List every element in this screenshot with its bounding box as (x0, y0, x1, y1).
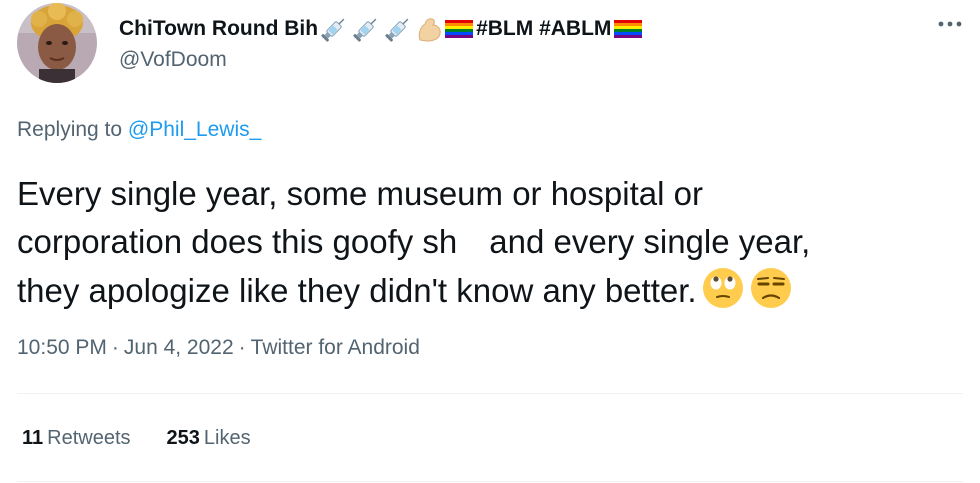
tweet-source-link[interactable]: Twitter for Android (251, 336, 420, 359)
retweets-stat[interactable]: 11 Retweets (22, 427, 131, 450)
likes-label: Likes (203, 427, 251, 449)
tweet-line: they apologize like they didn't know any… (17, 266, 957, 314)
meta-separator: · (238, 336, 246, 359)
syringe-icon (318, 14, 350, 44)
tweet-text-fragment: and every single year, (489, 223, 811, 260)
tweet-text-fragment: they apologize like they didn't know any… (17, 272, 697, 309)
tweet-line: corporation does this goofy sh and every … (17, 218, 957, 266)
tweet-stats: 11 Retweets 253 Likes (22, 427, 287, 450)
tweet-text: Every single year, some museum or hospit… (17, 170, 957, 314)
rainbow-flag-icon (613, 17, 643, 41)
rainbow-flag-icon (444, 17, 474, 41)
flexed-biceps-icon (414, 14, 444, 44)
retweets-count: 11 (22, 427, 44, 449)
replying-to-label: Replying to (17, 118, 128, 141)
profile-hashtags: #BLM #ABLM (476, 17, 612, 40)
display-name[interactable]: ChiTown Round Bih (119, 17, 318, 41)
more-options-icon[interactable] (934, 14, 966, 34)
author-handle[interactable]: @VofDoom (119, 48, 227, 72)
tweet-meta: 10:50 PM · Jun 4, 2022 · Twitter for Android (17, 336, 420, 360)
divider (17, 393, 963, 394)
divider (17, 481, 963, 482)
likes-count: 253 (166, 427, 200, 449)
syringe-icon (350, 14, 382, 44)
tweet-date-link[interactable]: Jun 4, 2022 (124, 336, 234, 359)
meta-separator: · (111, 336, 119, 359)
reply-handle-link[interactable]: @Phil_Lewis_ (128, 118, 261, 141)
likes-stat[interactable]: 253 Likes (167, 427, 251, 450)
retweets-label: Retweets (47, 427, 131, 449)
replying-to: Replying to @Phil_Lewis_ (17, 118, 261, 142)
tweet-line: Every single year, some museum or hospit… (17, 175, 703, 212)
tweet-card: ChiTown Round Bih #BLM #ABLM @VofDoom Re… (0, 0, 980, 483)
unamused-face-icon (749, 266, 793, 323)
author-name-row[interactable]: ChiTown Round Bih #BLM #ABLM (119, 13, 643, 45)
avatar[interactable] (17, 3, 97, 83)
tweet-text-fragment: corporation does this goofy sh (17, 223, 458, 260)
face-with-rolling-eyes-icon (701, 266, 745, 323)
tweet-time-link[interactable]: 10:50 PM (17, 336, 107, 359)
syringe-icon (382, 14, 414, 44)
